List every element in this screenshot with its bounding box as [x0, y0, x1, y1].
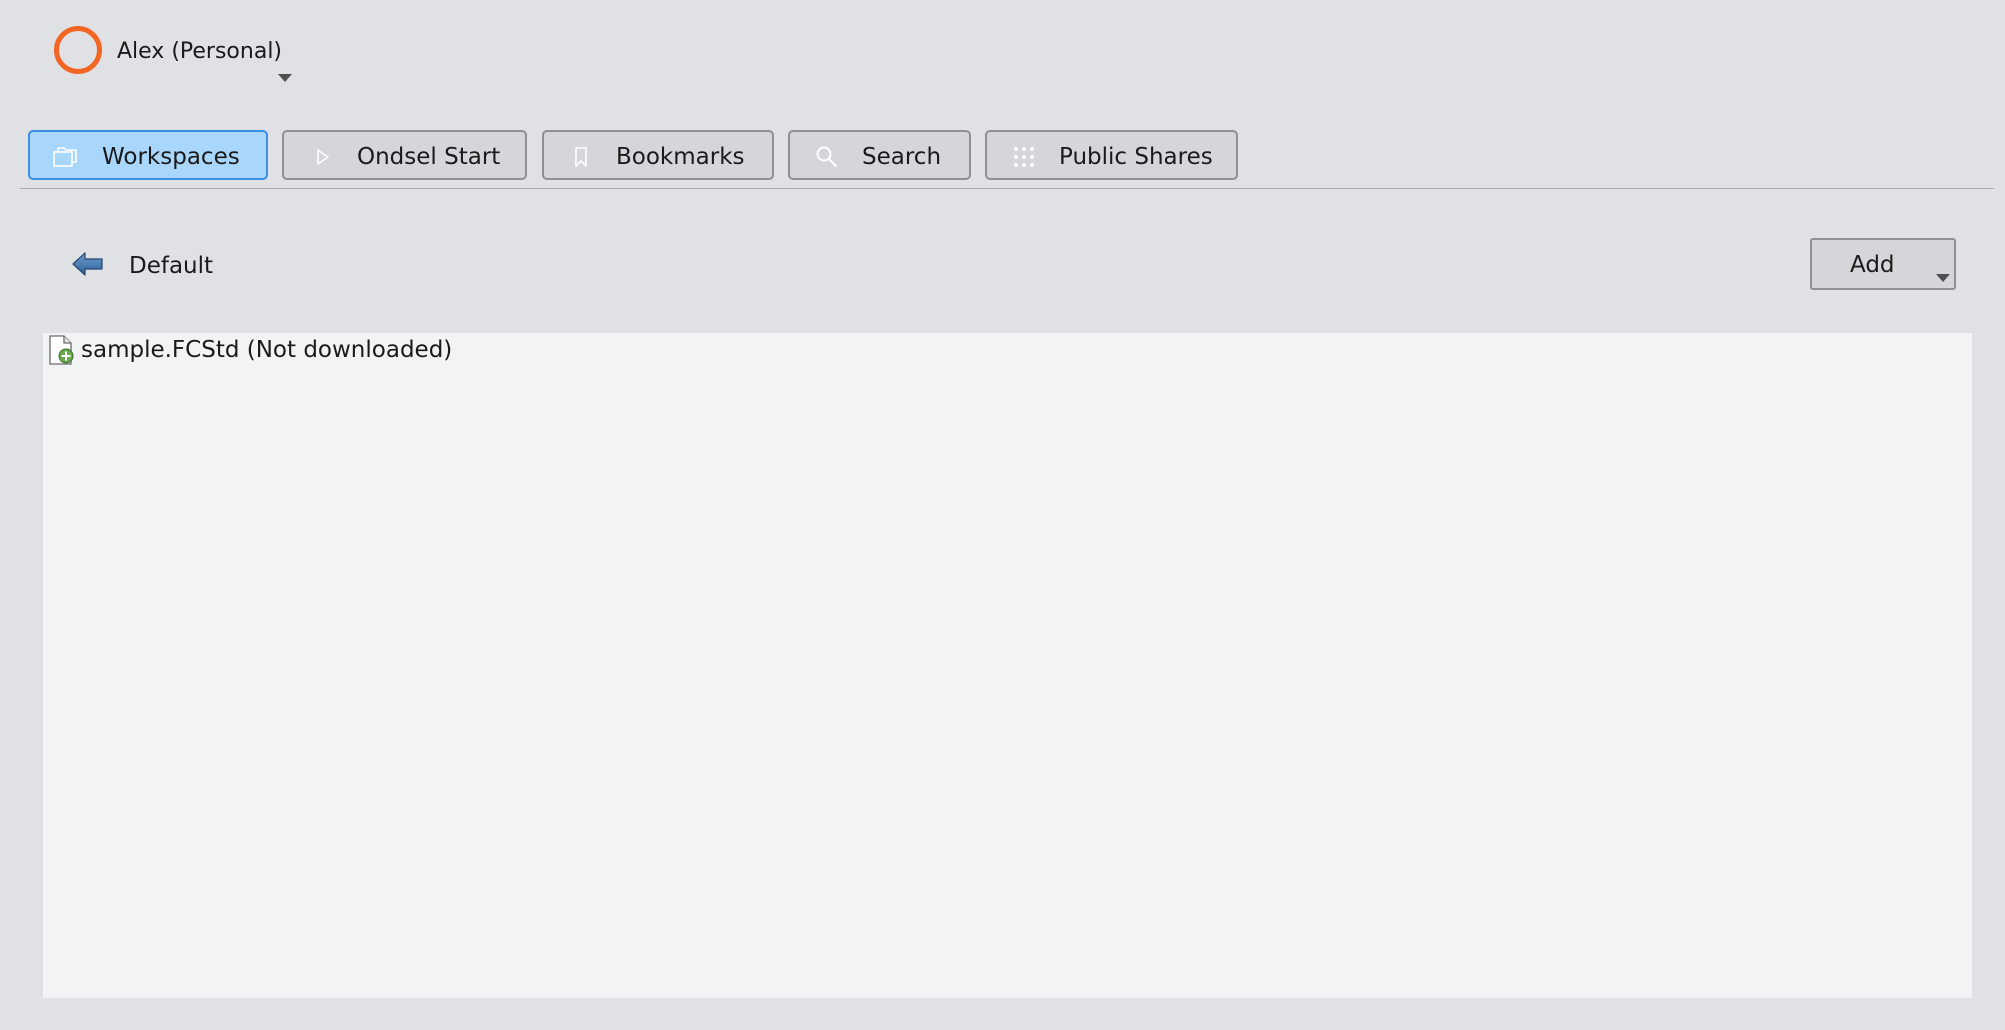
add-button[interactable]: Add [1810, 238, 1956, 290]
account-name[interactable]: Alex (Personal) [117, 39, 282, 65]
list-item[interactable]: sample.FCStd (Not downloaded) [45, 333, 645, 367]
folders-icon [53, 147, 77, 167]
chevron-down-icon[interactable] [278, 74, 292, 82]
file-name: sample.FCStd (Not downloaded) [81, 337, 453, 363]
account-selector[interactable]: Alex (Personal) [54, 26, 304, 88]
search-icon [816, 146, 838, 168]
chevron-down-icon[interactable] [1936, 274, 1950, 282]
file-add-icon [49, 335, 74, 365]
tab-label: Search [862, 144, 942, 170]
grid-icon [1014, 147, 1034, 167]
tab-search[interactable]: Search [788, 130, 971, 180]
tab-label: Ondsel Start [357, 144, 501, 170]
current-folder-label: Default [129, 253, 214, 279]
tab-public-shares[interactable]: Public Shares [985, 130, 1238, 180]
tab-workspaces[interactable]: Workspaces [28, 130, 268, 180]
bookmark-icon [575, 147, 587, 167]
back-arrow-icon[interactable] [72, 251, 104, 277]
tab-ondsel-start[interactable]: Ondsel Start [282, 130, 527, 180]
add-button-label: Add [1850, 252, 1895, 278]
tab-divider [20, 188, 1994, 189]
tab-label: Public Shares [1059, 144, 1213, 170]
tab-label: Workspaces [102, 144, 240, 170]
play-icon [317, 149, 329, 165]
avatar[interactable] [54, 26, 102, 74]
tab-bookmarks[interactable]: Bookmarks [542, 130, 774, 180]
tab-label: Bookmarks [616, 144, 745, 170]
file-list[interactable]: sample.FCStd (Not downloaded) [43, 333, 1972, 998]
